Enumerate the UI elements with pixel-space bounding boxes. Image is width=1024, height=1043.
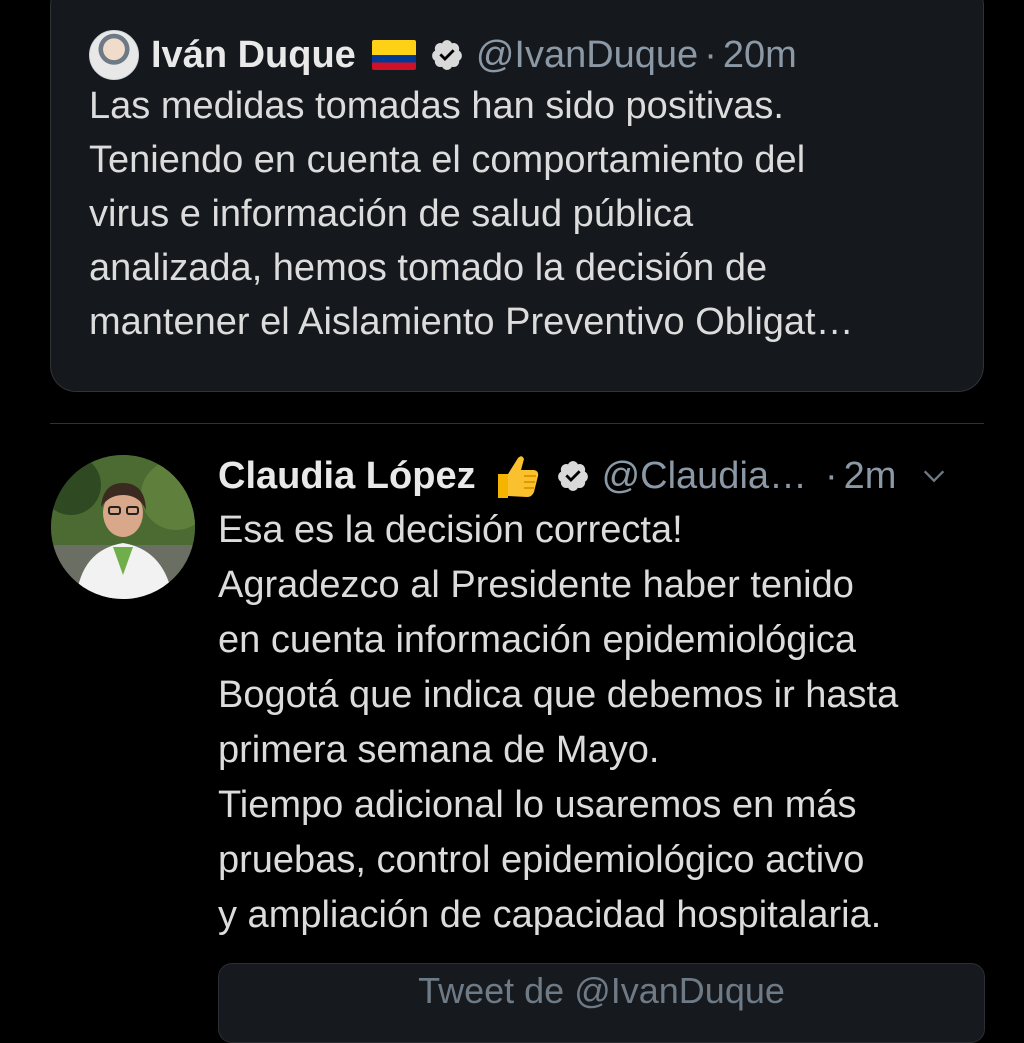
text-line: Agradezco al Presidente haber tenido [218,564,854,606]
separator-dot: · [825,454,838,497]
author-handle[interactable]: @IvanDuque [476,34,698,77]
text-line: Bogotá que indica que debemos ir hasta [218,674,899,716]
tweet-timestamp[interactable]: 20m [723,34,797,77]
tweet-timestamp[interactable]: 2m [844,455,897,498]
avatar[interactable] [89,30,139,80]
chevron-down-icon[interactable] [920,462,948,490]
text-line: pruebas, control epidemiológico activo [218,839,865,881]
verified-badge-icon [431,40,462,70]
avatar[interactable] [51,455,195,599]
text-line: primera semana de Mayo. [218,729,660,771]
colombia-flag-icon [371,40,416,70]
text-line: Las medidas tomadas han sido positivas. [89,85,784,127]
author-name[interactable]: Iván Duque [151,34,356,77]
separator-dot: · [704,33,717,76]
text-line: Esa es la decisión correcta! [218,509,683,551]
text-line: y ampliación de capacidad hospitalaria. [218,894,882,936]
divider [50,423,984,424]
text-line: analizada, hemos tomado la decisión de [89,247,768,289]
quoted-tweet-link-label: Tweet de @IvanDuque [418,970,785,1011]
text-line: virus e información de salud pública [89,193,694,235]
text-line: mantener el Aislamiento Preventivo Oblig… [89,301,854,343]
tweet-text: Esa es la decisión correcta! Agradezco a… [218,503,1008,943]
quoted-tweet-card[interactable]: Iván Duque @IvanDuque · 20m Las medidas … [50,0,984,392]
verified-badge-icon [557,461,588,491]
quoted-tweet-header: Iván Duque @IvanDuque · 20m [89,25,797,85]
author-handle[interactable]: @Claudia… [602,455,807,498]
text-line: en cuenta información epidemiológica [218,619,856,661]
quoted-tweet-link[interactable]: Tweet de @IvanDuque [218,963,985,1043]
quoted-tweet-text: Las medidas tomadas han sido positivas. … [89,79,969,349]
tweet-header: Claudia López @Claudia… · 2m [218,446,998,506]
text-line: Teniendo en cuenta el comportamiento del [89,139,806,181]
text-line: Tiempo adicional lo usaremos en más [218,784,857,826]
author-name[interactable]: Claudia López [218,455,476,498]
thumbs-up-icon [497,456,538,498]
